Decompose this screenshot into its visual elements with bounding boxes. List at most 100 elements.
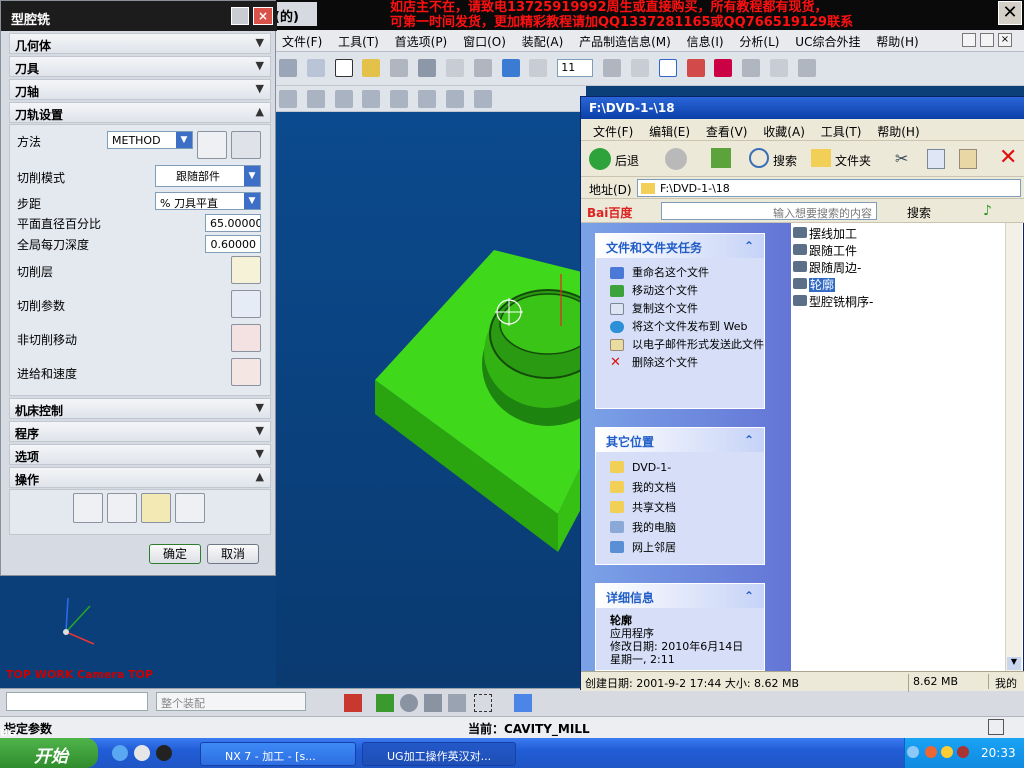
menu-uc-plugin[interactable]: UC综合外挂 <box>789 30 866 50</box>
qq-icon[interactable] <box>156 745 172 761</box>
point-icon[interactable] <box>798 59 816 77</box>
file-item[interactable]: 跟随工件 <box>793 242 857 259</box>
baidu-search-input[interactable]: 输入想要搜索的内容 <box>661 202 877 220</box>
search-button[interactable]: 搜索 <box>773 152 797 169</box>
section-program[interactable]: 程序▼ <box>9 421 271 442</box>
folders-button[interactable]: 文件夹 <box>835 152 871 169</box>
restore-icon[interactable] <box>980 33 994 47</box>
exp-menu-favorites[interactable]: 收藏(A) <box>751 119 805 140</box>
snap-midpoint-icon[interactable] <box>307 90 325 108</box>
csys-icon[interactable] <box>529 59 547 77</box>
menu-analysis[interactable]: 分析(L) <box>733 30 785 50</box>
graphics-viewport[interactable] <box>276 112 582 686</box>
measure-icon[interactable] <box>770 59 788 77</box>
method-edit-icon[interactable] <box>197 131 227 159</box>
menu-pmi[interactable]: 产品制造信息(M) <box>573 30 677 50</box>
section-tool[interactable]: 刀具▼ <box>9 56 271 77</box>
file-item[interactable]: 摆线加工 <box>793 225 857 242</box>
close-icon[interactable]: ✕ <box>998 1 1022 25</box>
list-icon[interactable] <box>175 493 205 523</box>
method-select[interactable]: METHOD▼ <box>107 131 193 149</box>
stepover-select[interactable]: % 刀具平直▼ <box>155 192 261 210</box>
section-tool-axis[interactable]: 刀轴▼ <box>9 79 271 100</box>
ie-icon[interactable] <box>112 745 128 761</box>
place-my-documents[interactable]: 我的文档 <box>596 478 764 498</box>
scroll-down-icon[interactable]: ▼ <box>1007 657 1021 670</box>
browser-icon[interactable] <box>134 745 150 761</box>
display-mode-icon[interactable] <box>424 694 442 712</box>
select-icon[interactable] <box>659 59 677 77</box>
shade-icon[interactable] <box>418 59 436 77</box>
delete-icon[interactable]: ✕ <box>999 145 1017 170</box>
folder-icon[interactable] <box>811 149 831 167</box>
move-task[interactable]: 移动这个文件 <box>596 282 764 300</box>
tray-app-icon[interactable] <box>957 746 969 758</box>
section-geometry[interactable]: 几何体▼ <box>9 33 271 54</box>
layer-number-combo[interactable]: 11 <box>557 59 593 77</box>
exp-menu-file[interactable]: 文件(F) <box>581 119 633 140</box>
cube-icon[interactable] <box>514 694 532 712</box>
forward-arrow-icon[interactable] <box>665 148 687 170</box>
feeds-speeds-icon[interactable] <box>231 358 261 386</box>
start-button[interactable]: 开始 <box>0 738 98 768</box>
file-item[interactable]: 跟随周边- <box>793 259 861 276</box>
copy-icon[interactable] <box>927 149 945 169</box>
noncut-moves-icon[interactable] <box>231 324 261 352</box>
info-icon[interactable] <box>335 59 353 77</box>
other-places-header[interactable]: ⌃其它位置 <box>596 428 764 452</box>
transform-icon[interactable] <box>474 59 492 77</box>
generate-icon[interactable] <box>73 493 103 523</box>
section-machine-control[interactable]: 机床控制▼ <box>9 398 271 419</box>
section-options[interactable]: 选项▼ <box>9 444 271 465</box>
cut-pattern-select[interactable]: 跟随部件▼ <box>155 165 261 187</box>
arrow-icon[interactable] <box>714 59 732 77</box>
render-icon[interactable] <box>390 59 408 77</box>
taskbar-nx[interactable]: NX 7 - 加工 - [s... <box>200 742 356 766</box>
email-task[interactable]: 以电子邮件形式发送此文件 <box>596 336 764 354</box>
percent-input[interactable]: 65.00000 <box>205 214 261 232</box>
snap-toggle-icon[interactable] <box>344 694 362 712</box>
layer-icon[interactable] <box>307 59 325 77</box>
zoom-icon[interactable] <box>631 59 649 77</box>
snap-oncurve-icon[interactable] <box>474 90 492 108</box>
minimize-dialog-icon[interactable] <box>231 7 249 25</box>
depth-input[interactable]: 0.60000 <box>205 235 261 253</box>
exp-menu-tools[interactable]: 工具(T) <box>809 119 862 140</box>
rename-task[interactable]: 重命名这个文件 <box>596 264 764 282</box>
cancel-button[interactable]: 取消 <box>207 544 259 564</box>
menu-assembly[interactable]: 装配(A) <box>516 30 570 50</box>
cut-params-icon[interactable] <box>231 290 261 318</box>
snap-existing-icon[interactable] <box>418 90 436 108</box>
viewport-left-area[interactable]: TOP WORK Camera TOP <box>0 576 276 686</box>
section-path-settings[interactable]: 刀轨设置▲ <box>9 102 271 123</box>
back-button[interactable]: 后退 <box>615 152 639 169</box>
publish-task[interactable]: 将这个文件发布到 Web <box>596 318 764 336</box>
type-filter-combo[interactable] <box>6 692 148 711</box>
file-item-selected[interactable]: 轮廓 <box>793 276 835 293</box>
scope-filter-combo[interactable]: 整个装配 <box>156 692 306 711</box>
snap-quadrant-icon[interactable] <box>362 90 380 108</box>
snap-center-icon[interactable] <box>335 90 353 108</box>
snap-icon[interactable] <box>446 59 464 77</box>
orient-icon[interactable] <box>502 59 520 77</box>
cut-icon[interactable]: ✂ <box>895 149 913 169</box>
snap-endpoint-icon[interactable] <box>279 90 297 108</box>
pick-icon[interactable] <box>742 59 760 77</box>
replay-icon[interactable] <box>107 493 137 523</box>
window-select-icon[interactable] <box>474 694 492 712</box>
paste-icon[interactable] <box>959 149 977 169</box>
view-icon[interactable] <box>279 59 297 77</box>
tray-app-icon[interactable] <box>925 746 937 758</box>
sphere-icon[interactable] <box>400 694 418 712</box>
help-icon[interactable] <box>362 59 380 77</box>
ok-button[interactable]: 确定 <box>149 544 201 564</box>
exp-menu-help[interactable]: 帮助(H) <box>865 119 919 140</box>
taskbar-doc[interactable]: UG加工操作英汉对... <box>362 742 516 766</box>
close-small-icon[interactable]: × <box>998 33 1012 47</box>
selection-mode-icon[interactable] <box>376 694 394 712</box>
minimize-icon[interactable] <box>962 33 976 47</box>
menu-preferences[interactable]: 首选项(P) <box>389 30 454 50</box>
address-input[interactable]: F:\DVD-1-\18 <box>637 179 1021 197</box>
exp-menu-view[interactable]: 查看(V) <box>694 119 748 140</box>
section-actions[interactable]: 操作▲ <box>9 467 271 488</box>
